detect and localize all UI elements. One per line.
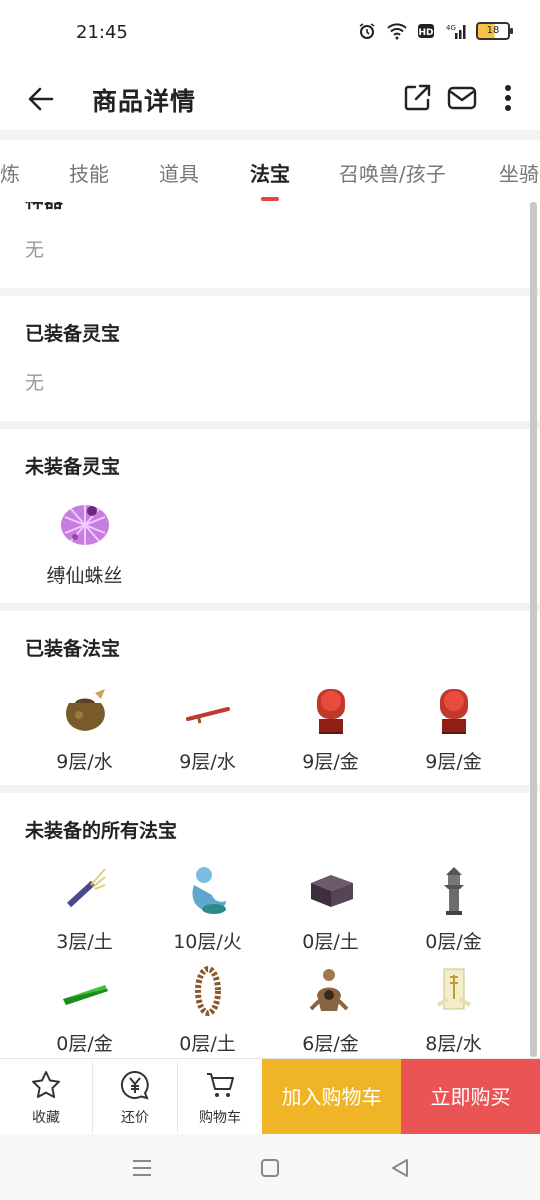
drum-icon (316, 689, 345, 734)
fabao-item[interactable]: 8层/水 (392, 965, 515, 1056)
item-label: 6层/金 (302, 1033, 359, 1055)
lingbao-item[interactable]: 缚仙蛛丝 (23, 497, 146, 588)
shopping-cart-icon (207, 1073, 234, 1097)
box-icon (310, 875, 353, 907)
bag-icon (65, 689, 105, 731)
pagoda-icon (443, 867, 464, 915)
item-label: 9层/金 (425, 751, 482, 773)
content-scroll-area[interactable]: 神器 无 已装备灵宝 无 未装备灵宝 缚仙蛛丝 已装备法宝 9层/水 9层/水 (0, 202, 540, 1060)
bead-necklace-icon (194, 966, 221, 1016)
fabao-item[interactable]: 9层/水 (146, 683, 269, 774)
favorite-label: 收藏 (32, 1110, 60, 1126)
sword-icon (185, 707, 230, 724)
wifi-icon (387, 23, 407, 40)
fabao-item[interactable]: 0层/金 (392, 863, 515, 954)
svg-text:HD: HD (418, 28, 433, 38)
fabao-item[interactable]: 9层/水 (23, 683, 146, 774)
tab-items[interactable]: 道具 (159, 158, 199, 187)
monk-figure-icon (309, 969, 348, 1011)
hd-icon: HD (418, 24, 434, 38)
item-label: 8层/水 (425, 1033, 482, 1055)
fabao-item[interactable]: 9层/金 (269, 683, 392, 774)
recent-apps-icon[interactable] (130, 1156, 154, 1180)
section-all-unequipped-fabao: 未装备的所有法宝 3层/土 10层/火 0层/土 0层/金 0层/金 0层/土 … (0, 793, 540, 1060)
jade-bar-icon (62, 985, 108, 1005)
category-tabs: 炼 技能 道具 法宝 召唤兽/孩子 坐骑 (0, 140, 540, 202)
bottom-action-bar: 收藏 还价 购物车 加入购物车 立即购买 (0, 1058, 540, 1135)
item-label: 0层/土 (179, 1033, 236, 1055)
tab-mounts[interactable]: 坐骑 (499, 158, 539, 187)
item-label: 缚仙蛛丝 (46, 565, 123, 587)
favorite-button[interactable]: 收藏 (0, 1059, 92, 1135)
home-icon[interactable] (258, 1156, 282, 1180)
section-title: 已装备灵宝 (25, 323, 121, 345)
cart-label: 购物车 (199, 1110, 241, 1126)
drum-icon (439, 689, 468, 734)
signal-icon: 4G (446, 24, 466, 39)
star-icon (32, 1071, 60, 1098)
more-options-icon[interactable] (494, 82, 522, 114)
message-icon[interactable] (446, 82, 478, 114)
fabao-item[interactable]: 6层/金 (269, 965, 392, 1056)
brush-icon (66, 868, 106, 908)
battery-indicator: 18 (476, 22, 513, 40)
item-label: 3层/土 (56, 931, 113, 953)
genie-icon (192, 867, 226, 914)
system-navigation-bar (0, 1134, 540, 1200)
bargain-button[interactable]: 还价 (93, 1059, 177, 1135)
item-label: 9层/水 (179, 751, 236, 773)
scrollbar[interactable] (530, 202, 537, 1057)
tab-skills[interactable]: 技能 (69, 158, 109, 187)
talisman-icon (436, 968, 471, 1010)
fabao-item[interactable]: 3层/土 (23, 863, 146, 954)
buy-now-button[interactable]: 立即购买 (401, 1059, 540, 1135)
status-bar: 21:45 HD 4G 18 (0, 0, 540, 66)
tab-fabao[interactable]: 法宝 (250, 158, 290, 187)
fabao-item[interactable]: 0层/土 (269, 863, 392, 954)
item-label: 0层/土 (302, 931, 359, 953)
section-title: 未装备的所有法宝 (25, 820, 178, 842)
back-arrow-icon[interactable] (24, 82, 58, 116)
section-title: 未装备灵宝 (25, 456, 121, 478)
item-label: 9层/金 (302, 751, 359, 773)
item-label: 0层/金 (56, 1033, 113, 1055)
page-title: 商品详情 (92, 87, 197, 116)
section-empty-value: 无 (25, 372, 45, 394)
share-icon[interactable] (401, 82, 433, 114)
back-nav-icon[interactable] (388, 1156, 412, 1180)
add-to-cart-button[interactable]: 加入购物车 (262, 1059, 401, 1135)
svg-text:4G: 4G (446, 24, 456, 32)
alarm-icon (359, 23, 375, 39)
section-equipped-lingbao: 已装备灵宝 无 (0, 296, 540, 421)
section-title: 神器 (25, 202, 63, 213)
fabao-item[interactable]: 0层/金 (23, 965, 146, 1056)
status-icons: HD 4G 18 (356, 22, 513, 40)
active-tab-indicator (261, 197, 279, 201)
bargain-label: 还价 (121, 1110, 149, 1126)
app-bar: 商品详情 (0, 66, 540, 130)
section-title: 已装备法宝 (25, 638, 121, 660)
cart-button[interactable]: 购物车 (178, 1059, 262, 1135)
fabao-item[interactable]: 10层/火 (146, 863, 269, 954)
spider-silk-icon (60, 505, 109, 545)
item-label: 10层/火 (173, 931, 242, 953)
fabao-item[interactable]: 9层/金 (392, 683, 515, 774)
tab-summons-children[interactable]: 召唤兽/孩子 (339, 158, 446, 187)
section-empty-value: 无 (25, 239, 45, 261)
status-time: 21:45 (76, 22, 128, 43)
section-equipped-fabao: 已装备法宝 9层/水 9层/水 9层/金 9层/金 (0, 611, 540, 785)
fabao-item[interactable]: 0层/土 (146, 965, 269, 1056)
item-label: 0层/金 (425, 931, 482, 953)
section-artifact: 神器 无 (0, 202, 540, 288)
tab-refine[interactable]: 炼 (0, 158, 20, 187)
section-unequipped-lingbao: 未装备灵宝 缚仙蛛丝 (0, 429, 540, 603)
yen-chat-icon (120, 1070, 149, 1100)
item-label: 9层/水 (56, 751, 113, 773)
